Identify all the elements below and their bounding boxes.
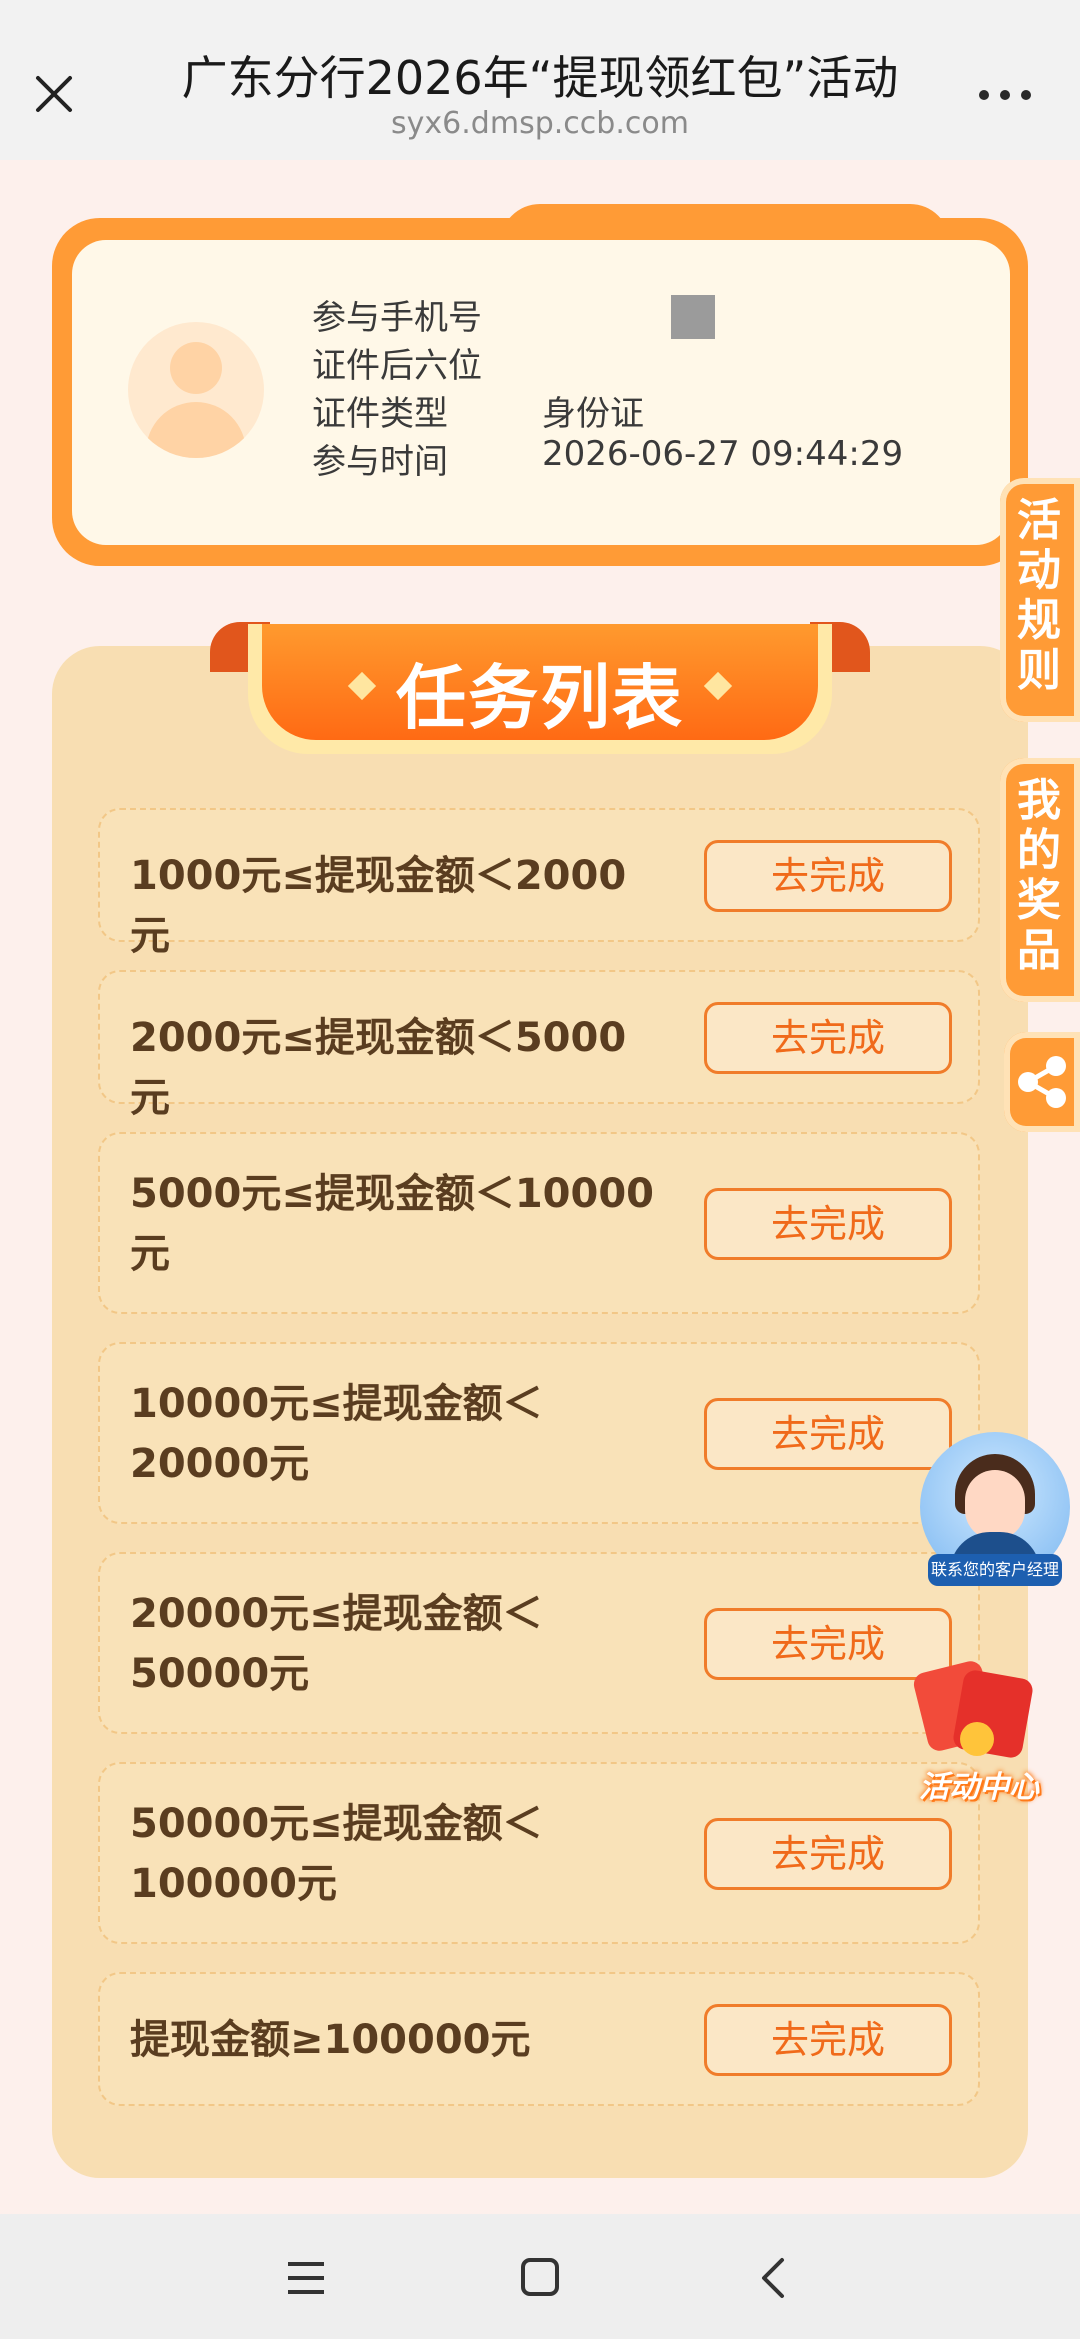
- task-list-title: 任务列表: [396, 657, 684, 739]
- id-type-value: 身份证: [542, 394, 644, 434]
- red-envelope-icon[interactable]: [911, 1656, 1042, 1766]
- task-label: 10000元≤提现金额＜20000元: [130, 1381, 543, 1487]
- complete-button[interactable]: 去完成: [704, 1002, 952, 1074]
- masked-phone-block: [671, 295, 715, 339]
- activity-rules-label: 活动规则: [1017, 495, 1061, 696]
- join-time-label: 参与时间: [312, 442, 448, 482]
- task-label: 50000元≤提现金额＜100000元: [130, 1801, 543, 1907]
- page-title: 广东分行2026年“提现领红包”活动: [181, 51, 899, 105]
- id-last6-label: 证件后六位: [312, 346, 482, 386]
- activity-rules-tab[interactable]: 活动规则: [1000, 478, 1080, 722]
- my-prizes-label: 我的奖品: [1017, 775, 1061, 976]
- task-row: 20000元≤提现金额＜50000元 去完成: [98, 1552, 980, 1734]
- my-prizes-tab[interactable]: 我的奖品: [1000, 758, 1080, 1002]
- customer-manager-label[interactable]: 联系您的客户经理: [928, 1554, 1062, 1586]
- task-row: 10000元≤提现金额＜20000元 去完成: [98, 1342, 980, 1524]
- more-icon[interactable]: [975, 80, 1035, 110]
- share-button[interactable]: [1004, 1032, 1080, 1132]
- task-label: 5000元≤提现金额＜10000元: [130, 1171, 655, 1277]
- complete-button[interactable]: 去完成: [704, 1398, 952, 1470]
- avatar: [128, 322, 264, 458]
- task-label: 20000元≤提现金额＜50000元: [130, 1591, 543, 1697]
- complete-button[interactable]: 去完成: [704, 1818, 952, 1890]
- phone-label: 参与手机号: [312, 298, 482, 338]
- activity-center-label[interactable]: 活动中心: [904, 1762, 1054, 1806]
- back-icon[interactable]: [744, 2250, 804, 2306]
- system-nav-bar: [0, 2214, 1080, 2339]
- id-type-label: 证件类型: [312, 394, 448, 434]
- browser-top-bar: 广东分行2026年“提现领红包”活动 syx6.dmsp.ccb.com: [0, 0, 1080, 160]
- join-time-value: 2026-06-27 09:44:29: [542, 434, 904, 474]
- task-row: 5000元≤提现金额＜10000元 去完成: [98, 1132, 980, 1314]
- task-list-banner: 任务列表: [262, 624, 818, 740]
- share-icon: [1018, 1056, 1066, 1108]
- task-row: 提现金额≥100000元 去完成: [98, 1972, 980, 2106]
- task-row: 2000元≤提现金额＜5000元 去完成: [98, 970, 980, 1121]
- task-label: 2000元≤提现金额＜5000元: [130, 1015, 627, 1121]
- task-label: 提现金额≥100000元: [130, 2017, 531, 2063]
- complete-button[interactable]: 去完成: [704, 840, 952, 912]
- page-url: syx6.dmsp.ccb.com: [391, 106, 689, 141]
- task-row: 1000元≤提现金额＜2000元 去完成: [98, 808, 980, 959]
- task-row: 50000元≤提现金额＜100000元 去完成: [98, 1762, 980, 1944]
- menu-icon[interactable]: [276, 2250, 336, 2306]
- home-icon[interactable]: [510, 2250, 570, 2306]
- task-label: 1000元≤提现金额＜2000元: [130, 853, 627, 959]
- complete-button[interactable]: 去完成: [704, 2004, 952, 2076]
- complete-button[interactable]: 去完成: [704, 1188, 952, 1260]
